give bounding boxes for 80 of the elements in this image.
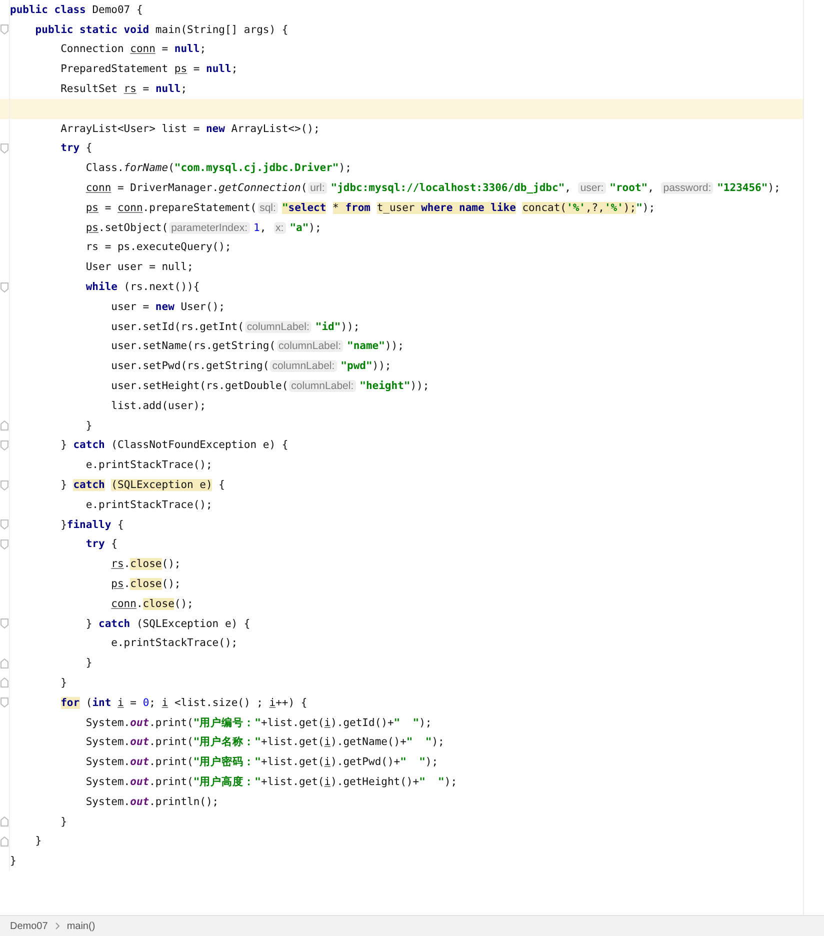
code-text: Connection conn = null; (60, 43, 206, 56)
parameter-hint: url: (308, 182, 327, 194)
code-text: user.setId(rs.getInt( (110, 320, 244, 333)
code-text: "a"); (290, 222, 322, 234)
code-text: try { (84, 538, 118, 550)
fold-icon[interactable] (0, 23, 9, 36)
fold-icon[interactable] (0, 834, 9, 848)
fold-icon[interactable] (0, 538, 9, 551)
code-text: } (84, 420, 92, 432)
code-text: user.setHeight(rs.getDouble( (110, 380, 288, 392)
parameter-hint: user: (578, 182, 606, 194)
code-text: e.printStackTrace(); (84, 498, 212, 511)
code-text: ResultSet rs = null; (60, 83, 188, 96)
code-text: }finally { (60, 518, 124, 531)
code-text: System.out.print("用户编号："+list.get(i).getId()+" "); (84, 716, 432, 730)
fold-icon[interactable] (0, 676, 9, 690)
fold-icon[interactable] (0, 438, 9, 452)
fold-icon[interactable] (0, 478, 9, 492)
parameter-hint: columnLabel: (270, 360, 337, 372)
code-text: for (int i = 0; i <list.size() ; i++) { (60, 696, 308, 709)
code-text: } catch (SQLException e) { (84, 618, 250, 630)
fold-icon[interactable] (0, 419, 9, 432)
breadcrumb-item[interactable]: main() (66, 920, 96, 932)
code-text: ArrayList<User> list = new ArrayList<>(); (60, 122, 320, 135)
code-text: User user = null; (84, 261, 194, 274)
code-text: System.out.print("用户名称："+list.get(i).getName()+" "); (84, 735, 444, 750)
fold-icon[interactable] (0, 815, 9, 828)
code-text: PreparedStatement ps = null; (60, 63, 238, 76)
code-text: user.setPwd(rs.getString( (110, 360, 270, 372)
fold-icon[interactable] (0, 280, 9, 294)
code-text: ps = conn.prepareStatement( (84, 202, 257, 214)
breadcrumb-item[interactable]: Demo07 (10, 920, 48, 932)
code-text: user.setName(rs.getString( (110, 340, 276, 352)
code-text: "name")); (347, 340, 404, 352)
code-text: try { (60, 142, 92, 154)
code-text: Class.forName("com.mysql.cj.jdbc.Driver"); (84, 162, 352, 174)
code-text: conn = DriverManager.getConnection( (84, 182, 308, 194)
parameter-hint: columnLabel: (276, 340, 343, 352)
code-text: "id")); (315, 320, 360, 333)
code-text: rs.close(); (110, 558, 181, 570)
parameter-hint: parameterIndex: (169, 222, 250, 234)
parameter-hint: password: (661, 182, 714, 194)
code-text: ps.close(); (110, 578, 181, 590)
code-text: while (rs.next()){ (84, 281, 200, 294)
code-text: } catch (SQLException e) { (60, 479, 225, 492)
code-text: public class Demo07 { (10, 4, 143, 16)
code-text: ps.setObject( (84, 222, 168, 234)
chevron-icon (54, 922, 60, 930)
code-text: } catch (ClassNotFoundException e) { (60, 439, 288, 452)
fold-icon[interactable] (0, 518, 9, 532)
code-text: "pwd")); (340, 360, 392, 372)
fold-icon[interactable] (0, 617, 9, 630)
fold-icon[interactable] (0, 142, 9, 155)
code-text: "root", (610, 182, 655, 194)
parameter-hint: columnLabel: (289, 380, 356, 392)
code-text: e.printStackTrace(); (110, 637, 238, 650)
parameter-hint: x: (274, 222, 286, 234)
code-text: user = new User(); (110, 300, 225, 313)
code-text: conn.close(); (110, 598, 194, 610)
code-text: 1, (254, 222, 268, 234)
fold-icon[interactable] (0, 696, 9, 710)
code-text: rs = ps.executeQuery(); (84, 241, 232, 254)
code-text: System.out.print("用户密码："+list.get(i).getPwd()+" "); (84, 755, 438, 770)
code-text: } (10, 855, 16, 868)
code-text: } (84, 657, 92, 670)
fold-icon[interactable] (0, 656, 9, 670)
code-text: System.out.println(); (84, 796, 219, 808)
parameter-hint: sql: (258, 202, 278, 214)
code-text: "jdbc:mysql://localhost:3306/db_jdbc", (330, 182, 572, 194)
code-text: e.printStackTrace(); (84, 459, 212, 472)
code-text: public static void main(String[] args) { (34, 24, 288, 36)
code-text: list.add(user); (110, 400, 206, 412)
parameter-hint: columnLabel: (244, 320, 312, 333)
code-text: "height")); (360, 380, 430, 392)
code-text: "select * from t_user where name like concat('%',?,'%');"); (282, 202, 656, 214)
code-text: } (34, 835, 42, 848)
code-text: "123456"); (717, 182, 780, 194)
code-text: } (60, 676, 67, 689)
code-text: } (60, 816, 67, 828)
code-text: System.out.print("用户高度："+list.get(i).getHeight()+" "); (84, 774, 458, 789)
